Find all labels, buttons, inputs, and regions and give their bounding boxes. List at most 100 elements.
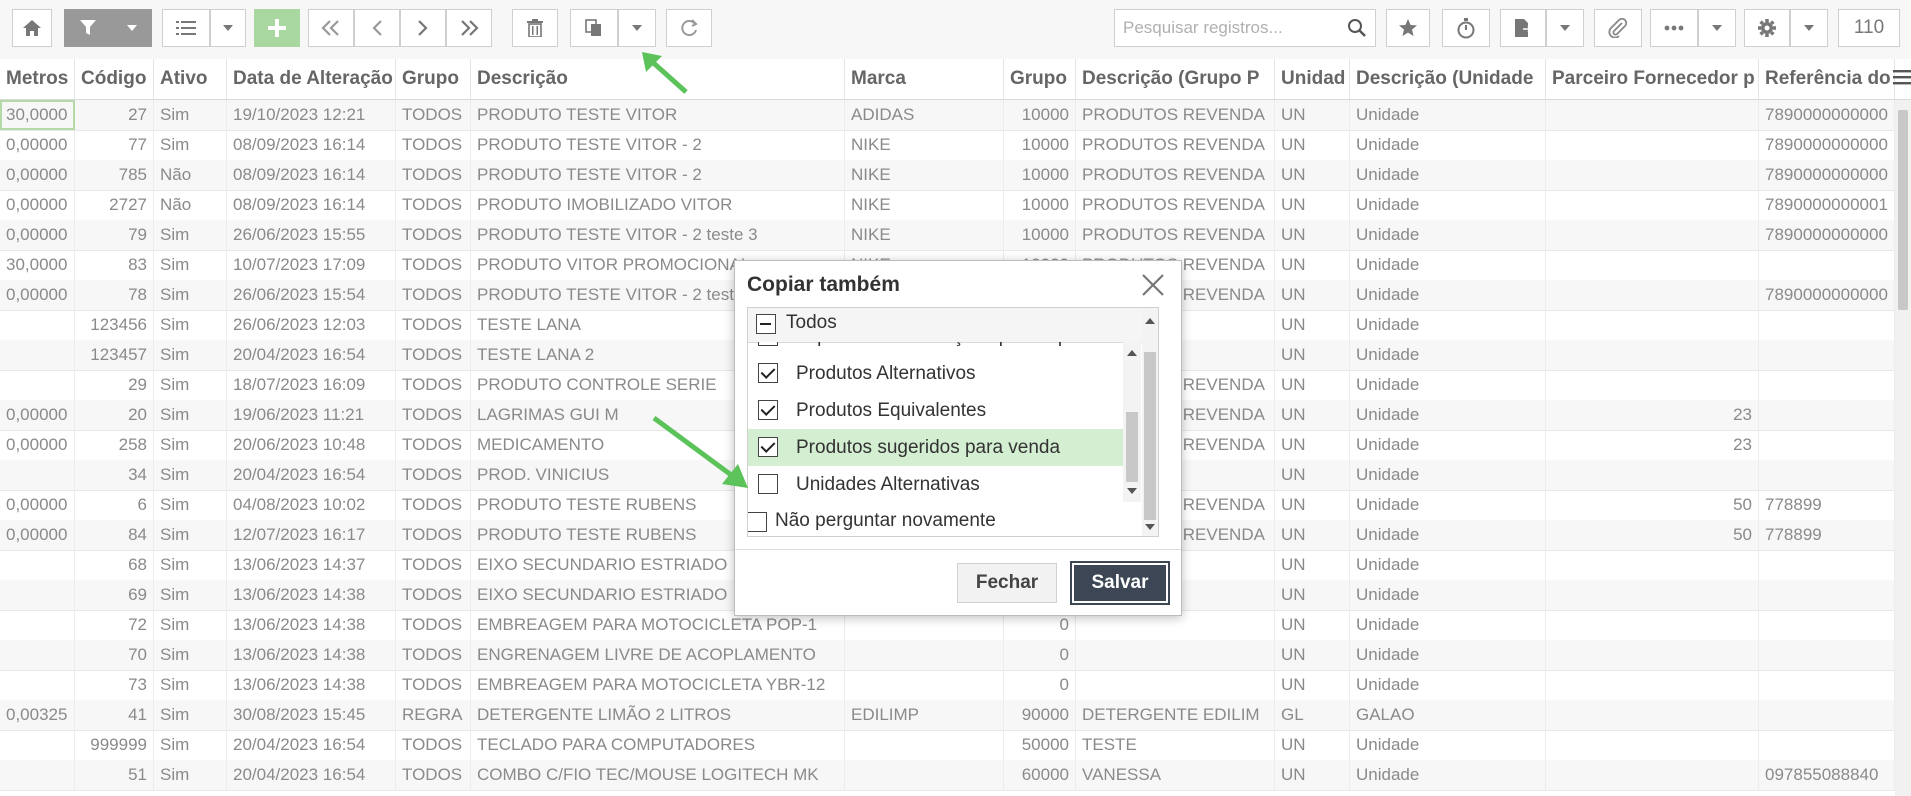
home-button[interactable] (12, 9, 52, 47)
cell-descunid[interactable]: Unidade (1350, 430, 1546, 460)
cell-descunid[interactable]: GALAO (1350, 700, 1546, 730)
export-button[interactable] (1500, 9, 1546, 47)
cell-parceiro[interactable] (1546, 760, 1759, 790)
cell-data[interactable]: 08/09/2023 16:14 (227, 130, 396, 160)
cell-parceiro[interactable] (1546, 220, 1759, 250)
column-header-parceiro[interactable]: Parceiro Fornecedor p (1546, 59, 1759, 99)
cell-grupo2[interactable]: 10000 (1004, 160, 1076, 190)
cell-unidade[interactable]: UN (1275, 460, 1350, 490)
cell-descgrupo[interactable]: PRODUTOS REVENDA (1076, 100, 1275, 130)
cell-parceiro[interactable] (1546, 130, 1759, 160)
option-checkbox[interactable] (758, 474, 778, 494)
cell-ativo[interactable]: Sim (154, 640, 227, 670)
option-item[interactable]: Produtos Alternativos (748, 355, 1123, 392)
settings-button[interactable] (1744, 9, 1790, 47)
cell-grupo2[interactable]: 50000 (1004, 730, 1076, 760)
column-header-descgrupo[interactable]: Descrição (Grupo P (1076, 59, 1275, 99)
cell-descunid[interactable]: Unidade (1350, 760, 1546, 790)
cell-unidade[interactable]: UN (1275, 190, 1350, 220)
outer-scrollbar[interactable] (1142, 308, 1158, 536)
cell-parceiro[interactable] (1546, 190, 1759, 220)
cell-ativo[interactable]: Não (154, 190, 227, 220)
refresh-button[interactable] (666, 9, 712, 47)
cell-referencia[interactable] (1759, 430, 1895, 460)
cell-marca[interactable]: NIKE (845, 160, 1004, 190)
option-checkbox[interactable] (758, 363, 778, 383)
cell-descunid[interactable]: Unidade (1350, 310, 1546, 340)
cell-parceiro[interactable] (1546, 700, 1759, 730)
cell-referencia[interactable] (1759, 310, 1895, 340)
cell-grupo[interactable]: TODOS (396, 130, 471, 160)
cell-codigo[interactable]: 79 (75, 220, 154, 250)
cell-descricao[interactable]: PRODUTO IMOBILIZADO VITOR (471, 190, 845, 220)
list-view-dropdown-button[interactable] (210, 9, 246, 47)
filter-button[interactable] (64, 9, 112, 47)
cell-descunid[interactable]: Unidade (1350, 580, 1546, 610)
cell-descunid[interactable]: Unidade (1350, 490, 1546, 520)
cell-referencia[interactable] (1759, 640, 1895, 670)
column-header-metros[interactable]: Metros (0, 59, 75, 99)
cell-grupo2[interactable]: 90000 (1004, 700, 1076, 730)
cell-descricao[interactable]: DETERGENTE LIMÃO 2 LITROS (471, 700, 845, 730)
cell-codigo[interactable]: 258 (75, 430, 154, 460)
cell-parceiro[interactable]: 23 (1546, 400, 1759, 430)
option-item[interactable]: Produtos sugeridos para venda (748, 429, 1123, 466)
cell-descunid[interactable]: Unidade (1350, 340, 1546, 370)
cell-referencia[interactable] (1759, 580, 1895, 610)
delete-button[interactable] (512, 9, 558, 47)
cell-parceiro[interactable] (1546, 250, 1759, 280)
cell-ativo[interactable]: Sim (154, 280, 227, 310)
cell-referencia[interactable] (1759, 400, 1895, 430)
cell-data[interactable]: 26/06/2023 15:55 (227, 220, 396, 250)
dont-ask-again-checkbox[interactable] (748, 512, 767, 532)
add-button[interactable] (254, 9, 300, 47)
cell-unidade[interactable]: UN (1275, 610, 1350, 640)
cell-descgrupo[interactable]: TESTE (1076, 730, 1275, 760)
cell-data[interactable]: 20/04/2023 16:54 (227, 760, 396, 790)
cell-parceiro[interactable] (1546, 280, 1759, 310)
cell-data[interactable]: 19/06/2023 11:21 (227, 400, 396, 430)
first-record-button[interactable] (308, 9, 354, 47)
cell-unidade[interactable]: UN (1275, 220, 1350, 250)
cell-descunid[interactable]: Unidade (1350, 190, 1546, 220)
option-checkbox[interactable] (758, 400, 778, 420)
table-row[interactable]: 30,0000 27 Sim 19/10/2023 12:21 TODOS PRODUTO… (0, 100, 1895, 131)
cell-unidade[interactable]: UN (1275, 250, 1350, 280)
cell-descunid[interactable]: Unidade (1350, 520, 1546, 550)
cell-descunid[interactable]: Unidade (1350, 220, 1546, 250)
cell-parceiro[interactable] (1546, 160, 1759, 190)
cell-codigo[interactable]: 29 (75, 370, 154, 400)
cell-descunid[interactable]: Unidade (1350, 730, 1546, 760)
settings-dropdown-button[interactable] (1790, 9, 1828, 47)
cell-unidade[interactable]: UN (1275, 340, 1350, 370)
cell-referencia[interactable] (1759, 460, 1895, 490)
cell-descricao[interactable]: PRODUTO TESTE VITOR (471, 100, 845, 130)
cell-data[interactable]: 19/10/2023 12:21 (227, 100, 396, 130)
cell-grupo2[interactable]: 10000 (1004, 220, 1076, 250)
cell-marca[interactable] (845, 730, 1004, 760)
cell-metros[interactable]: 0,00000 (0, 220, 75, 250)
table-row[interactable]: 70 Sim 13/06/2023 14:38 TODOS ENGRENAGEM LIV… (0, 640, 1895, 671)
cell-data[interactable]: 20/04/2023 16:54 (227, 730, 396, 760)
timer-button[interactable] (1442, 9, 1490, 47)
option-item[interactable]: Produtos Equivalentes (748, 392, 1123, 429)
cell-metros[interactable]: 0,00000 (0, 280, 75, 310)
cell-descricao[interactable]: COMBO C/FIO TEC/MOUSE LOGITECH MK (471, 760, 845, 790)
cell-descgrupo[interactable]: VANESSA (1076, 760, 1275, 790)
cell-metros[interactable]: 0,00000 (0, 130, 75, 160)
cell-descricao[interactable]: PRODUTO TESTE VITOR - 2 (471, 130, 845, 160)
table-row[interactable]: 0,00325 41 Sim 30/08/2023 15:45 REGRA DETERGE… (0, 700, 1895, 731)
vertical-scrollbar[interactable] (1895, 100, 1911, 796)
select-all-row[interactable]: Todos (748, 308, 1142, 343)
cell-descgrupo[interactable]: PRODUTOS REVENDA (1076, 220, 1275, 250)
cell-unidade[interactable]: UN (1275, 760, 1350, 790)
column-menu-icon[interactable] (1893, 69, 1911, 90)
cell-referencia[interactable] (1759, 340, 1895, 370)
cell-grupo[interactable]: TODOS (396, 520, 471, 550)
cell-data[interactable]: 26/06/2023 15:54 (227, 280, 396, 310)
cell-data[interactable]: 13/06/2023 14:38 (227, 670, 396, 700)
cell-unidade[interactable]: UN (1275, 670, 1350, 700)
cell-metros[interactable] (0, 670, 75, 700)
cell-grupo[interactable]: TODOS (396, 580, 471, 610)
cell-ativo[interactable]: Sim (154, 370, 227, 400)
